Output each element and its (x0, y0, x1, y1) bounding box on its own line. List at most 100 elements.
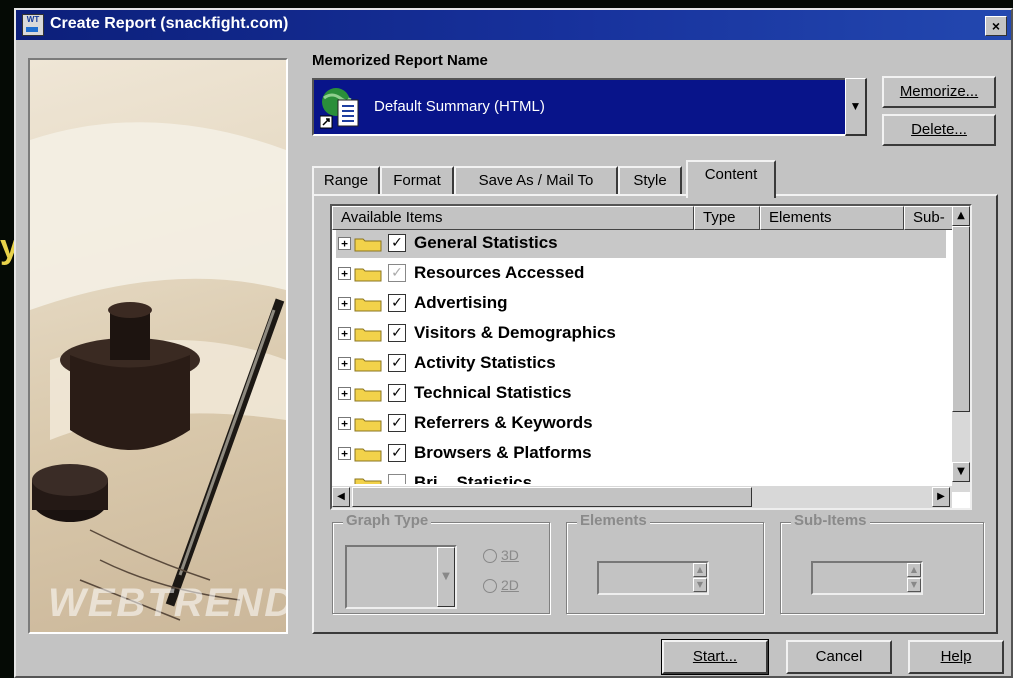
list-item[interactable]: + ✓ Activity Statistics (336, 350, 946, 378)
help-button[interactable]: Help (908, 640, 1004, 674)
tab-save-as-mail-to[interactable]: Save As / Mail To (454, 166, 618, 196)
list-item[interactable]: + ✓ Technical Statistics (336, 380, 946, 408)
app-icon-text: WT (26, 15, 40, 24)
list-item-label: Advertising (414, 293, 508, 312)
checkbox[interactable]: ✓ (388, 324, 406, 342)
graph-type-select[interactable]: ▼ (345, 545, 457, 609)
expand-icon[interactable]: + (338, 387, 351, 400)
start-button[interactable]: Start... (661, 639, 769, 675)
sub-items-group: Sub-Items ▲ ▼ (780, 512, 984, 614)
elements-spinner-field[interactable]: ▲ ▼ (597, 561, 709, 595)
list-vertical-scrollbar[interactable]: ▲ ▼ (952, 206, 970, 492)
scroll-left-button[interactable]: ◀ (332, 487, 350, 507)
checkbox[interactable]: ✓ (388, 294, 406, 312)
sub-items-spinner-field[interactable]: ▲ ▼ (811, 561, 923, 595)
checkbox[interactable]: ✓ (388, 444, 406, 462)
available-items-list[interactable]: Available Items Type Elements Sub- + ✓ G… (330, 204, 972, 510)
list-item-label: Browsers & Platforms (414, 443, 592, 462)
list-item[interactable]: + ✓ Visitors & Demographics (336, 320, 946, 348)
radio-3d-label: 3D (501, 547, 519, 563)
photo-watermark: WEBTRENDS (48, 581, 286, 625)
delete-button[interactable]: Delete... (882, 114, 996, 146)
list-horizontal-scrollbar[interactable]: ◀ ▶ (332, 486, 952, 508)
folder-icon (354, 238, 382, 252)
list-item[interactable]: Bri... Statistics (336, 470, 946, 484)
elements-spin-up[interactable]: ▲ (693, 563, 707, 577)
checkbox[interactable]: ✓ (388, 234, 406, 252)
sub-items-spin-up[interactable]: ▲ (907, 563, 921, 577)
list-item[interactable]: + ✓ Browsers & Platforms (336, 440, 946, 468)
checkbox[interactable]: ✓ (388, 264, 406, 282)
memorize-button[interactable]: Memorize... (882, 76, 996, 108)
window-title: Create Report (snackfight.com) (50, 15, 289, 32)
elements-label: Elements (577, 512, 650, 529)
memorize-label: Memorize... (899, 83, 979, 100)
column-header-available-items[interactable]: Available Items (332, 206, 694, 230)
help-label: Help (940, 648, 972, 665)
scroll-right-button[interactable]: ▶ (932, 487, 950, 507)
close-button[interactable]: × (985, 16, 1007, 36)
create-report-dialog: WT Create Report (snackfight.com) × WEBT… (14, 8, 1013, 678)
sub-items-label: Sub-Items (791, 512, 870, 529)
checkbox[interactable]: ✓ (388, 414, 406, 432)
cancel-button[interactable]: Cancel (786, 640, 892, 674)
graph-type-group: Graph Type ▼ 3D 2D (332, 512, 550, 614)
folder-icon (354, 268, 382, 282)
list-item-label: Activity Statistics (414, 353, 556, 372)
cancel-label: Cancel (815, 648, 863, 665)
expand-icon[interactable]: + (338, 267, 351, 280)
checkbox[interactable]: ✓ (388, 384, 406, 402)
tab-format[interactable]: Format (380, 166, 454, 196)
expand-icon[interactable]: + (338, 417, 351, 430)
horizontal-scroll-thumb[interactable] (352, 487, 752, 507)
list-item[interactable]: + ✓ General Statistics (336, 230, 946, 258)
elements-group: Elements ▲ ▼ (566, 512, 764, 614)
graph-type-dropdown-icon[interactable]: ▼ (437, 547, 455, 607)
list-item-label: Resources Accessed (414, 263, 585, 282)
expand-icon[interactable]: + (338, 357, 351, 370)
radio-2d-label: 2D (501, 577, 519, 593)
checkbox[interactable] (388, 474, 406, 484)
radio-3d[interactable] (483, 549, 497, 563)
column-header-type[interactable]: Type (694, 206, 760, 230)
memorized-report-value: Default Summary (HTML) (374, 98, 545, 115)
folder-icon (354, 478, 382, 484)
tab-range[interactable]: Range (312, 166, 380, 196)
list-item-label: Technical Statistics (414, 383, 572, 402)
column-header-elements[interactable]: Elements (760, 206, 904, 230)
folder-icon (354, 298, 382, 312)
vertical-scroll-thumb[interactable] (952, 226, 970, 412)
memorized-report-dropdown-button[interactable]: ▼ (845, 78, 867, 136)
elements-spin-down[interactable]: ▼ (693, 578, 707, 592)
delete-label: Delete... (911, 121, 967, 138)
folder-icon (354, 448, 382, 462)
list-item[interactable]: + ✓ Advertising (336, 290, 946, 318)
title-bar[interactable]: WT Create Report (snackfight.com) × (16, 10, 1011, 40)
sub-items-spin-down[interactable]: ▼ (907, 578, 921, 592)
app-icon: WT (22, 14, 44, 36)
report-globe-icon (320, 88, 359, 129)
list-item[interactable]: + ✓ Resources Accessed (336, 260, 946, 288)
radio-2d[interactable] (483, 579, 497, 593)
expand-icon[interactable]: + (338, 327, 351, 340)
list-item-label: Bri... Statistics (414, 473, 533, 484)
tab-style[interactable]: Style (618, 166, 682, 196)
expand-icon[interactable]: + (338, 297, 351, 310)
scroll-up-button[interactable]: ▲ (952, 206, 970, 226)
decorative-photo: WEBTRENDS (28, 58, 288, 634)
graph-type-label: Graph Type (343, 512, 432, 529)
folder-icon (354, 388, 382, 402)
folder-icon (354, 418, 382, 432)
list-item[interactable]: + ✓ Referrers & Keywords (336, 410, 946, 438)
checkbox[interactable]: ✓ (388, 354, 406, 372)
scroll-down-button[interactable]: ▼ (952, 462, 970, 482)
folder-icon (354, 358, 382, 372)
list-item-label: Visitors & Demographics (414, 323, 616, 342)
expand-icon[interactable]: + (338, 447, 351, 460)
expand-icon[interactable]: + (338, 237, 351, 250)
tab-content[interactable]: Content (686, 160, 776, 198)
memorized-report-select[interactable]: Default Summary (HTML) (312, 78, 862, 136)
list-item-label: Referrers & Keywords (414, 413, 593, 432)
folder-icon (354, 328, 382, 342)
list-item-label: General Statistics (414, 233, 558, 252)
